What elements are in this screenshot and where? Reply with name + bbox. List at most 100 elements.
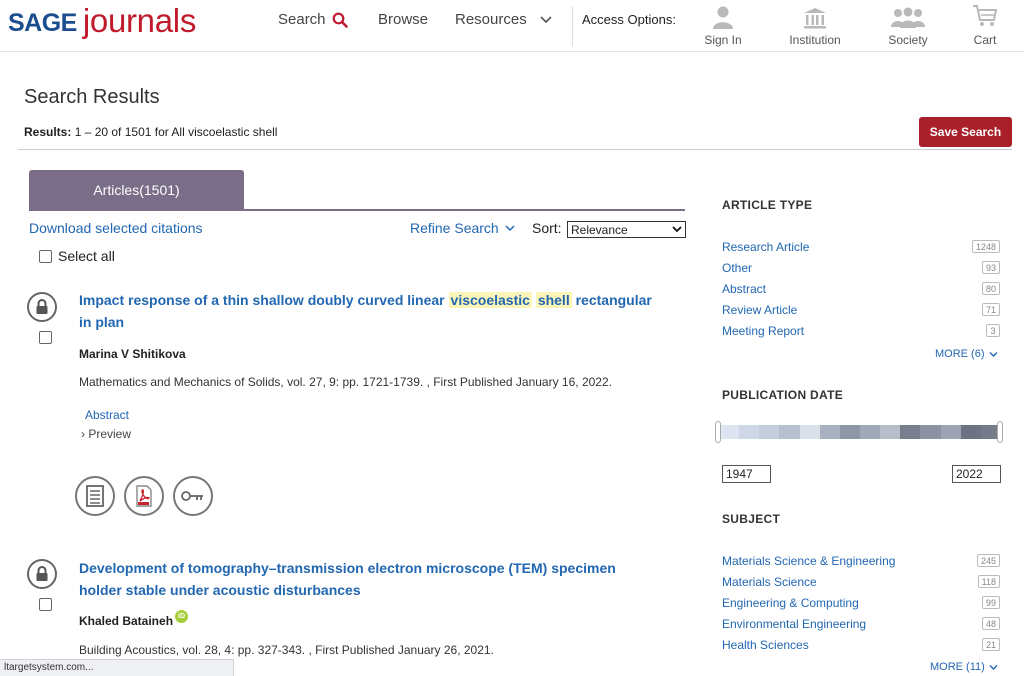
header-divider	[572, 6, 573, 46]
institution-button[interactable]: Institution	[786, 2, 844, 50]
nav-browse-label: Browse	[378, 11, 429, 28]
facet-other[interactable]: Other	[722, 261, 752, 275]
select-all[interactable]: Select all	[39, 248, 115, 264]
date-bar	[920, 425, 941, 439]
facet-abstract[interactable]: Abstract	[722, 282, 766, 296]
date-bar	[759, 425, 780, 439]
date-bar	[880, 425, 901, 439]
facet-engineering-computing[interactable]: Engineering & Computing	[722, 596, 859, 610]
date-bar	[900, 425, 921, 439]
subject-more-label: MORE (11)	[930, 661, 985, 673]
result-1-author[interactable]: Marina V Shitikova	[79, 347, 186, 361]
date-histogram	[719, 425, 1001, 439]
result-1-checkbox[interactable]	[39, 331, 52, 344]
cart-label: Cart	[973, 33, 997, 47]
result-1-title-text: in plan	[79, 314, 125, 330]
date-bar	[940, 425, 961, 439]
nav-resources-label: Resources	[455, 11, 527, 28]
date-slider-max-handle[interactable]	[997, 421, 1003, 443]
result-1-abstract-link[interactable]: Abstract	[85, 408, 129, 422]
nav-search-label: Search	[278, 11, 326, 28]
chevron-down-icon	[989, 664, 998, 670]
sort-select[interactable]: Relevance	[567, 221, 686, 238]
chevron-down-icon	[672, 226, 682, 233]
result-1-title-text: rectangular	[575, 292, 652, 308]
society-icon	[891, 7, 925, 28]
subject-more-link[interactable]: MORE (11)	[930, 661, 998, 673]
result-1-meta: Mathematics and Mechanics of Solids, vol…	[79, 375, 612, 389]
facet-materials-science-engineering[interactable]: Materials Science & Engineering	[722, 554, 895, 568]
nav-browse[interactable]: Browse	[378, 11, 428, 28]
result-2-title[interactable]: Development of tomography–transmission e…	[79, 557, 689, 601]
result-1-preview-label: Preview	[88, 427, 132, 441]
logo-journals-text: journals	[82, 2, 197, 39]
cart-icon	[973, 5, 998, 26]
lock-icon	[27, 292, 57, 322]
facet-count: 80	[981, 282, 1000, 295]
title-divider	[18, 149, 1012, 150]
article-type-heading: ARTICLE TYPE	[722, 198, 813, 212]
society-button[interactable]: Society	[882, 2, 934, 50]
tab-articles[interactable]: Articles(1501)	[29, 170, 244, 210]
facet-count: 99	[981, 596, 1000, 609]
pdf-icon[interactable]	[124, 476, 164, 516]
subject-heading: SUBJECT	[722, 512, 781, 526]
facet-materials-science[interactable]: Materials Science	[722, 575, 817, 589]
chevron-down-icon	[989, 351, 997, 357]
select-all-label: Select all	[58, 248, 115, 264]
results-text: 1 – 20 of 1501 for All viscoelastic shel…	[74, 125, 278, 139]
facet-count: 71	[981, 303, 1000, 316]
result-2-author[interactable]: Khaled Bataineh iD	[79, 609, 189, 628]
facet-count: 245	[976, 554, 1000, 567]
result-2-meta: Building Acoustics, vol. 28, 4: pp. 327-…	[79, 643, 494, 657]
chevron-down-icon	[505, 225, 515, 232]
select-all-checkbox[interactable]	[39, 249, 52, 263]
browser-status-bar: ltargetsystem.com...	[0, 659, 234, 676]
key-icon[interactable]	[173, 476, 213, 516]
date-bar	[739, 425, 760, 439]
refine-search-toggle[interactable]: Refine Search	[410, 220, 515, 236]
facet-count: 21	[981, 638, 1000, 651]
facet-environmental-engineering[interactable]: Environmental Engineering	[722, 617, 866, 631]
society-label: Society	[888, 33, 928, 47]
facet-count: 1248	[971, 240, 1000, 253]
full-text-icon[interactable]	[75, 476, 115, 516]
sage-journals-logo[interactable]: SAGE journals	[8, 2, 196, 42]
result-1-title-text: Impact response of a thin shallow doubly…	[79, 292, 445, 308]
cart-button[interactable]: Cart	[964, 2, 1006, 50]
date-from-input[interactable]: 1947	[722, 465, 771, 483]
result-1-preview-toggle[interactable]: › Preview	[81, 427, 131, 441]
article-type-more-label: MORE (6)	[935, 348, 985, 360]
sign-in-button[interactable]: Sign In	[700, 2, 746, 50]
sort-label: Sort:	[532, 220, 562, 236]
refine-search-label: Refine Search	[410, 220, 499, 236]
search-icon	[332, 12, 348, 28]
result-1-title[interactable]: Impact response of a thin shallow doubly…	[79, 289, 689, 333]
article-type-more-link[interactable]: MORE (6)	[935, 348, 998, 360]
facet-count: 93	[981, 261, 1000, 274]
result-1-highlight-term: shell	[535, 292, 572, 308]
facet-review-article[interactable]: Review Article	[722, 303, 797, 317]
user-icon	[713, 6, 733, 29]
facet-count: 118	[977, 575, 1000, 588]
date-bar	[819, 425, 840, 439]
save-search-button[interactable]: Save Search	[919, 117, 1012, 147]
facet-meeting-report[interactable]: Meeting Report	[722, 324, 804, 338]
orcid-icon[interactable]: iD	[175, 609, 189, 623]
date-slider-min-handle[interactable]	[715, 421, 721, 443]
result-1-highlight-term: viscoelastic	[448, 292, 532, 308]
download-citations-link[interactable]: Download selected citations	[29, 220, 203, 236]
date-to-input[interactable]: 2022	[952, 465, 1001, 483]
facet-count: 3	[986, 324, 1000, 337]
result-2-title-text: Development of tomography–transmission e…	[79, 560, 616, 576]
nav-resources[interactable]: Resources	[455, 11, 553, 28]
date-bar	[719, 425, 740, 439]
chevron-down-icon	[540, 15, 552, 23]
facet-health-sciences[interactable]: Health Sciences	[722, 638, 809, 652]
facet-count: 48	[981, 617, 1000, 630]
nav-search[interactable]: Search	[278, 11, 348, 28]
result-2-checkbox[interactable]	[39, 598, 52, 611]
tab-underline	[29, 209, 685, 211]
facet-research-article[interactable]: Research Article	[722, 240, 809, 254]
institution-icon	[804, 8, 826, 29]
